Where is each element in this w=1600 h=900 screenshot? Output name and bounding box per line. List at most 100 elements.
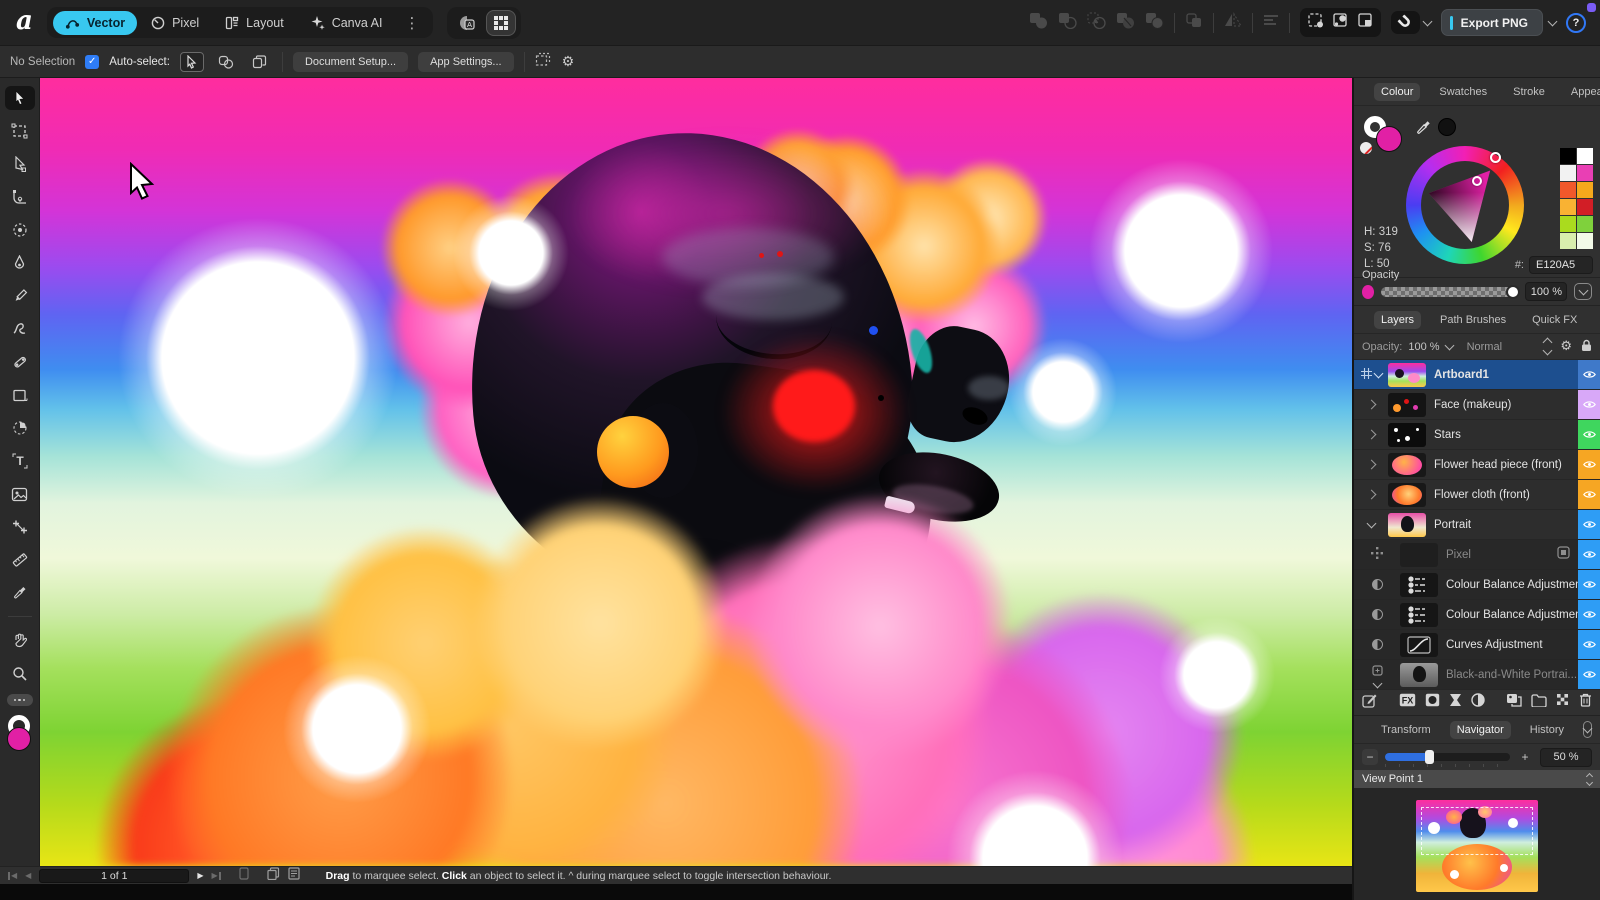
last-page-icon[interactable]: ▶: [211, 871, 221, 880]
align-icon[interactable]: [1263, 13, 1279, 32]
next-page-icon[interactable]: ▶: [197, 871, 203, 880]
layer-colour-chip[interactable]: [1578, 450, 1600, 479]
eye-icon[interactable]: [1582, 580, 1596, 589]
add-shapes-icon[interactable]: [1029, 12, 1048, 34]
layer-row-flower-cloth[interactable]: Flower cloth (front): [1354, 480, 1600, 510]
autoselect-checkbox[interactable]: ✓: [85, 54, 100, 69]
flip-mirror-icon[interactable]: [1224, 12, 1242, 33]
viewpoint-stepper-icon[interactable]: [1585, 772, 1594, 786]
expand-chevron-icon[interactable]: [1366, 518, 1376, 528]
trash-icon[interactable]: [1579, 693, 1592, 712]
zoom-tool[interactable]: [5, 661, 35, 685]
layer-colour-chip[interactable]: [1578, 600, 1600, 629]
navigator-thumbnail[interactable]: [1416, 800, 1538, 892]
eye-icon[interactable]: [1582, 640, 1596, 649]
tab-navigator[interactable]: Navigator: [1449, 720, 1511, 739]
picked-colour-swatch[interactable]: [1438, 118, 1456, 136]
autoselect-group-button[interactable]: [248, 52, 272, 72]
layer-row-flower-head-piece[interactable]: Flower head piece (front): [1354, 450, 1600, 480]
combine-shapes-icon[interactable]: [1145, 12, 1164, 34]
snapping-button[interactable]: [1390, 11, 1420, 34]
artboard-tool[interactable]: [5, 119, 35, 143]
eye-icon[interactable]: [1582, 520, 1596, 529]
eye-icon[interactable]: [1582, 490, 1596, 499]
swatch[interactable]: [1577, 199, 1593, 215]
layers-gear-icon[interactable]: ⚙: [1560, 339, 1572, 354]
layer-row-black-and-white[interactable]: Black-and-White Portrai...: [1354, 660, 1600, 690]
opacity-value[interactable]: 100 %: [1525, 282, 1568, 301]
edit-all-layers-icon[interactable]: [1362, 693, 1377, 713]
prev-page-icon[interactable]: ◀: [25, 871, 31, 880]
swatch[interactable]: [1560, 182, 1576, 198]
tab-quick-fx[interactable]: Quick FX: [1525, 311, 1584, 329]
viewport-marquee[interactable]: [1421, 807, 1533, 855]
tab-swatches[interactable]: Swatches: [1432, 83, 1494, 101]
help-button[interactable]: ?: [1566, 12, 1586, 33]
fx-icon[interactable]: FX: [1399, 693, 1416, 712]
app-settings-button[interactable]: App Settings...: [418, 51, 514, 72]
swatch[interactable]: [1577, 233, 1593, 249]
export-png-button[interactable]: Export PNG: [1440, 9, 1543, 36]
layer-colour-chip[interactable]: [1578, 570, 1600, 599]
gear-icon[interactable]: ⚙: [562, 54, 575, 70]
fill-colour-circle[interactable]: [1376, 126, 1402, 152]
eye-icon[interactable]: [1582, 370, 1596, 379]
layer-colour-chip[interactable]: [1578, 390, 1600, 419]
eye-icon[interactable]: [1582, 550, 1596, 559]
tab-stroke[interactable]: Stroke: [1506, 83, 1552, 101]
zoom-slider[interactable]: [1385, 750, 1510, 767]
tab-layers[interactable]: Layers: [1374, 310, 1422, 329]
autoselect-object-button[interactable]: [214, 52, 238, 72]
layer-colour-chip[interactable]: [1578, 630, 1600, 659]
layer-colour-chip[interactable]: [1578, 510, 1600, 539]
document-setup-button[interactable]: Document Setup...: [292, 51, 409, 72]
collapsed-chevron-icon[interactable]: [1366, 459, 1376, 470]
swatch[interactable]: [1560, 233, 1576, 249]
swatch[interactable]: [1560, 216, 1576, 232]
fill-stroke-indicator[interactable]: [6, 715, 34, 751]
layer-colour-chip[interactable]: [1578, 480, 1600, 509]
eye-icon[interactable]: [1582, 460, 1596, 469]
selection-box-icon[interactable]: [1357, 12, 1374, 33]
swatch[interactable]: [1577, 165, 1593, 181]
tab-canva-ai[interactable]: Canva AI: [298, 10, 395, 35]
view-tool[interactable]: [5, 628, 35, 652]
corner-tool[interactable]: [5, 185, 35, 209]
layer-colour-chip[interactable]: [1578, 660, 1600, 689]
layer-row-curves[interactable]: Curves Adjustment: [1354, 630, 1600, 660]
collapsed-chevron-icon[interactable]: [1366, 429, 1376, 440]
group-icon[interactable]: [1531, 693, 1547, 712]
swatch[interactable]: [1560, 165, 1576, 181]
layer-colour-chip[interactable]: [1578, 420, 1600, 449]
blend-stepper-icon[interactable]: [1542, 337, 1553, 356]
divide-shapes-icon[interactable]: [1116, 12, 1135, 34]
measure-tool[interactable]: [5, 548, 35, 572]
hex-input[interactable]: E120A5: [1529, 256, 1593, 274]
tab-appearance[interactable]: Appearance: [1564, 83, 1600, 101]
opacity-knob[interactable]: [1506, 284, 1521, 299]
snapping-chevron-icon[interactable]: [1422, 16, 1433, 26]
tab-path-brushes[interactable]: Path Brushes: [1433, 311, 1513, 329]
layer-row-stars[interactable]: Stars: [1354, 420, 1600, 450]
first-page-icon[interactable]: ◀: [8, 871, 17, 880]
tab-layout[interactable]: Layout: [213, 11, 296, 35]
persona-overflow-menu[interactable]: ⋮: [396, 14, 427, 32]
hourglass-icon[interactable]: [1449, 693, 1462, 712]
subtract-shapes-icon[interactable]: [1058, 12, 1077, 34]
viewpoint-row[interactable]: View Point 1: [1354, 770, 1600, 788]
colour-picker-tool[interactable]: [5, 581, 35, 605]
colour-wheel[interactable]: [1406, 146, 1524, 264]
pencil-tool[interactable]: [5, 284, 35, 308]
tab-transform[interactable]: Transform: [1374, 721, 1438, 739]
autoselect-cursor-button[interactable]: [179, 51, 204, 72]
opacity-dropdown-icon[interactable]: [1444, 340, 1455, 350]
hue-selector[interactable]: [1490, 152, 1501, 163]
fill-swatch[interactable]: [6, 727, 31, 751]
intersect-shapes-icon[interactable]: [1087, 12, 1106, 34]
opacity-slider[interactable]: [1381, 284, 1521, 299]
node-tool[interactable]: [5, 152, 35, 176]
eye-icon[interactable]: [1582, 610, 1596, 619]
dashed-grid-icon[interactable]: [535, 51, 552, 72]
swatch[interactable]: [1560, 199, 1576, 215]
tab-styles[interactable]: Styles: [1596, 311, 1600, 329]
